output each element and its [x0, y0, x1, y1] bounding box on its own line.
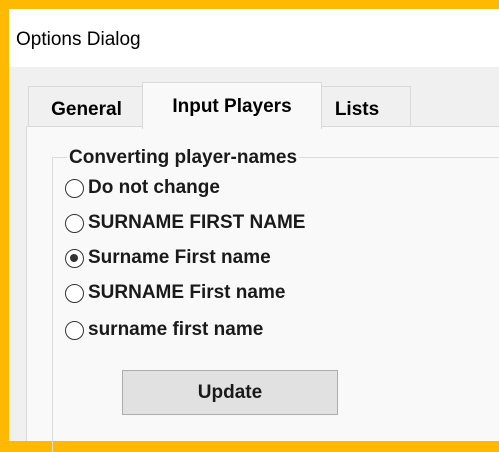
radio-checked-icon	[65, 249, 84, 268]
title-bar[interactable]: Options Dialog	[9, 9, 499, 67]
radio-unchecked-icon	[65, 321, 84, 340]
radio-dot-icon	[70, 254, 78, 262]
converting-player-names-group: Converting player-names Do not change SU…	[52, 147, 499, 452]
input-players-panel: Converting player-names Do not change SU…	[26, 126, 499, 452]
tab-general[interactable]: General	[28, 86, 145, 127]
tab-general-label: General	[51, 99, 122, 120]
window-title: Options Dialog	[16, 29, 141, 50]
tab-input-players-label: Input Players	[172, 96, 292, 117]
tab-lists[interactable]: Lists	[319, 86, 411, 127]
radio-label: SURNAME FIRST NAME	[88, 212, 306, 233]
radio-label: Do not change	[88, 177, 220, 198]
radio-label: SURNAME First name	[88, 282, 286, 303]
radio-unchecked-icon	[65, 179, 84, 198]
options-dialog-window: Options Dialog General Lists Input Playe…	[9, 9, 499, 452]
group-title: Converting player-names	[67, 147, 300, 169]
update-button[interactable]: Update	[122, 370, 338, 415]
radio-unchecked-icon	[65, 214, 84, 233]
tab-input-players[interactable]: Input Players	[142, 82, 322, 129]
tab-strip: General Lists Input Players	[9, 67, 499, 129]
radio-unchecked-icon	[65, 284, 84, 303]
radio-label: surname first name	[88, 319, 264, 340]
radio-label: Surname First name	[88, 247, 271, 268]
